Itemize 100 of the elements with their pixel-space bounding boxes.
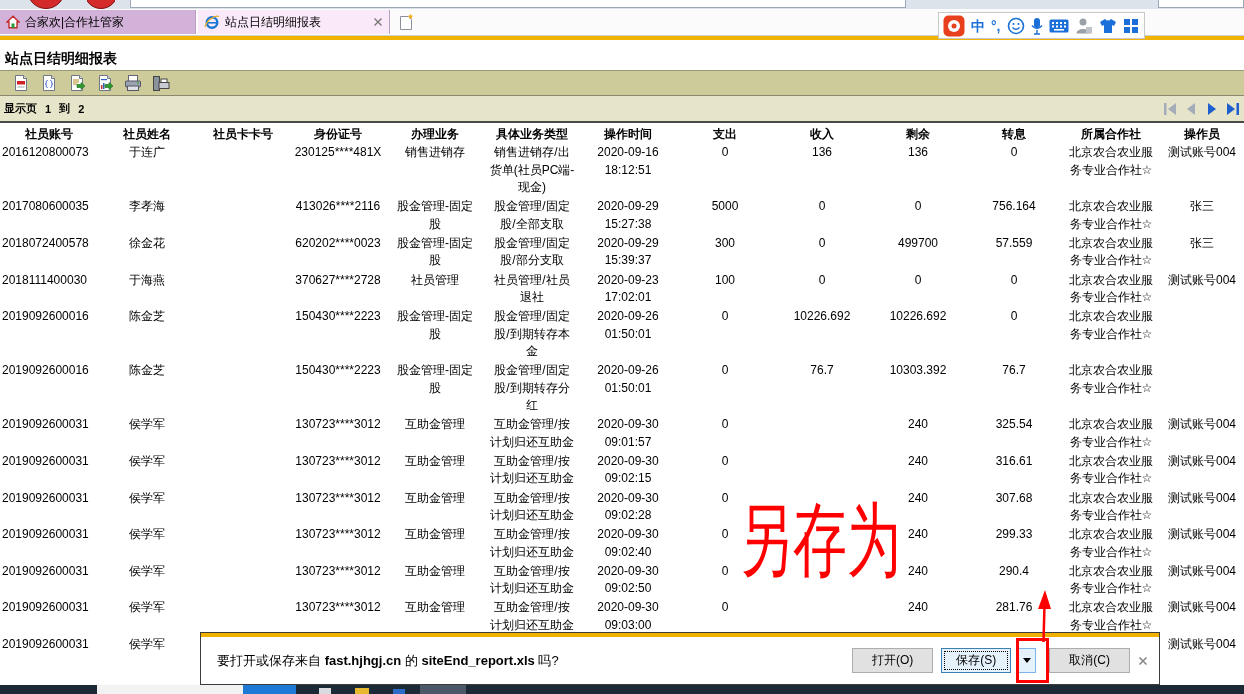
column-header: 操作员 — [1184, 126, 1220, 143]
input-mode-toggle[interactable]: 中 — [971, 17, 985, 34]
table-cell-text: 499700 — [897, 235, 938, 252]
close-icon[interactable] — [1138, 655, 1148, 666]
table-cell-text: 侯学军 — [129, 562, 165, 580]
column-header: 社员姓名 — [123, 126, 171, 143]
logo-icon[interactable] — [943, 14, 965, 37]
table-cell-text: 徐金花 — [129, 235, 165, 252]
table-cell-text: 测试账号004 — [1168, 452, 1236, 470]
user-icon[interactable] — [1074, 16, 1093, 35]
table-cell: 10226.692 — [793, 308, 851, 326]
table-cell-text: 2018111400030 — [2, 271, 87, 289]
taskbar-app-icon[interactable] — [318, 685, 332, 694]
page-count: 2 — [78, 102, 85, 115]
table-cell: 230125****481X — [294, 144, 382, 162]
table-cell-text: 社员管理 — [411, 271, 459, 289]
download-message: 要打开或保存来自 fast.hjhgj.cn 的 siteEnd_report.xls 吗? — [217, 651, 560, 670]
back-button[interactable] — [29, 0, 63, 9]
column-header: 操作时间 — [604, 126, 652, 143]
table-cell: 2019092600016 — [2, 362, 89, 380]
table-cell: 互助金管理/按计划归还互助金 — [489, 489, 575, 525]
computer-printer-icon[interactable] — [152, 74, 170, 92]
table-cell-text: 测试账号004 — [1168, 271, 1236, 289]
table-cell: 2019092600031 — [2, 526, 89, 544]
table-cell-text: 北京农合农业服务专业合作社☆ — [1068, 416, 1154, 451]
table-cell-text: 2019092600031 — [2, 489, 89, 507]
table-cell: 2019092600031 — [2, 599, 89, 617]
table-cell: 325.54 — [995, 416, 1033, 434]
table-cell-text: 侯学军 — [129, 635, 165, 653]
grid-icon[interactable] — [1122, 17, 1139, 34]
handwritten-note: 另存为 — [739, 499, 901, 580]
table-cell: 240 — [908, 526, 928, 544]
table-cell-text: 于海燕 — [129, 271, 165, 289]
table-cell-text: 张三 — [1190, 235, 1214, 252]
table-cell-text: 股金管理/固定股/到期转存本金 — [493, 308, 571, 361]
table-cell-text: 2020-09-30 09:01:57 — [596, 416, 660, 451]
table-cell-text: 2020-09-30 09:02:40 — [596, 526, 660, 561]
browser-tab[interactable]: 合家欢|合作社管家 — [0, 10, 196, 34]
table-cell: 0 — [1010, 308, 1018, 326]
table-cell-text: 2019092600031 — [2, 562, 89, 580]
table-cell: 0 — [721, 362, 729, 380]
dialog-button[interactable]: 保存(S) — [941, 648, 1012, 673]
table-cell: 侯学军 — [129, 416, 165, 434]
table-cell: 陈金芝 — [129, 308, 165, 326]
table-cell: 测试账号004 — [1168, 599, 1236, 617]
table-cell: 测试账号004 — [1168, 416, 1236, 434]
table-cell-text: 2019092600031 — [2, 452, 89, 470]
table-cell-text: 北京农合农业服务专业合作社☆ — [1068, 235, 1154, 270]
braces-document-icon[interactable] — [40, 74, 58, 92]
table-cell-text: 2020-09-30 09:02:28 — [596, 489, 660, 525]
last-page-icon[interactable] — [1226, 100, 1240, 117]
pager-label: 显示页 — [4, 101, 37, 116]
table-cell: 5000 — [711, 198, 739, 216]
column-header: 剩余 — [906, 126, 930, 143]
table-cell-text: 北京农合农业服务专业合作社☆ — [1068, 562, 1154, 598]
table-cell: 150430****2223 — [295, 308, 381, 326]
smiley-icon[interactable] — [1006, 16, 1025, 35]
forward-button[interactable] — [87, 0, 115, 9]
table-cell-text: 互助金管理/按计划归还互助金 — [489, 599, 575, 634]
shirt-icon[interactable] — [1098, 17, 1117, 34]
table-cell-text: 0 — [818, 271, 826, 289]
table-cell: 299.33 — [995, 526, 1033, 544]
printer-icon[interactable] — [124, 74, 142, 92]
table-cell-text: 2020-09-29 15:27:38 — [596, 198, 660, 233]
table-cell-text: 测试账号004 — [1168, 562, 1236, 580]
close-icon[interactable] — [373, 17, 383, 27]
home-icon — [6, 15, 20, 29]
new-tab-icon[interactable] — [398, 13, 414, 31]
table-cell-text: 互助金管理 — [405, 562, 465, 580]
table-cell-text: 2020-09-26 01:50:01 — [596, 308, 660, 343]
table-cell-text: 2018072400578 — [2, 235, 89, 252]
column-header: 收入 — [810, 126, 834, 143]
table-cell: 0 — [721, 526, 729, 544]
dialog-button[interactable]: 取消(C) — [1049, 648, 1130, 673]
search-field[interactable] — [1158, 0, 1244, 8]
export-document-icon[interactable] — [68, 74, 86, 92]
browser-tab[interactable]: 站点日结明细报表 — [198, 10, 390, 34]
table-cell-text: 2020-09-23 17:02:01 — [596, 271, 660, 307]
table-cell: 陈金芝 — [129, 362, 165, 380]
keyboard-icon[interactable] — [1048, 18, 1069, 33]
table-cell-text: 侯学军 — [129, 452, 165, 470]
table-cell-text: 股金管理/固定股/全部支取 — [493, 198, 571, 233]
table-cell-text: 股金管理/固定股/部分支取 — [493, 235, 571, 270]
folder-icon[interactable] — [354, 685, 370, 694]
table-cell: 李孝海 — [129, 198, 165, 216]
export-chart-icon[interactable] — [96, 74, 114, 92]
dialog-button[interactable]: 打开(O) — [852, 648, 934, 673]
table-cell: 2019092600031 — [2, 416, 89, 434]
pager-label: 到 — [59, 101, 71, 116]
taskbar-search-field[interactable] — [97, 685, 243, 694]
column-header: 所属合作社 — [1081, 126, 1141, 143]
table-cell-text: 股金管理-固定股 — [396, 308, 474, 343]
table-cell-text: 0 — [721, 489, 729, 507]
microphone-icon[interactable] — [1030, 16, 1043, 35]
address-field[interactable] — [130, 0, 906, 8]
page-title: 站点日结明细报表 — [5, 50, 117, 66]
punctuation-toggle[interactable]: °, — [991, 17, 1001, 34]
table-cell: 240 — [908, 599, 928, 617]
table-cell: 互助金管理 — [405, 416, 465, 434]
document-icon[interactable] — [12, 74, 30, 92]
